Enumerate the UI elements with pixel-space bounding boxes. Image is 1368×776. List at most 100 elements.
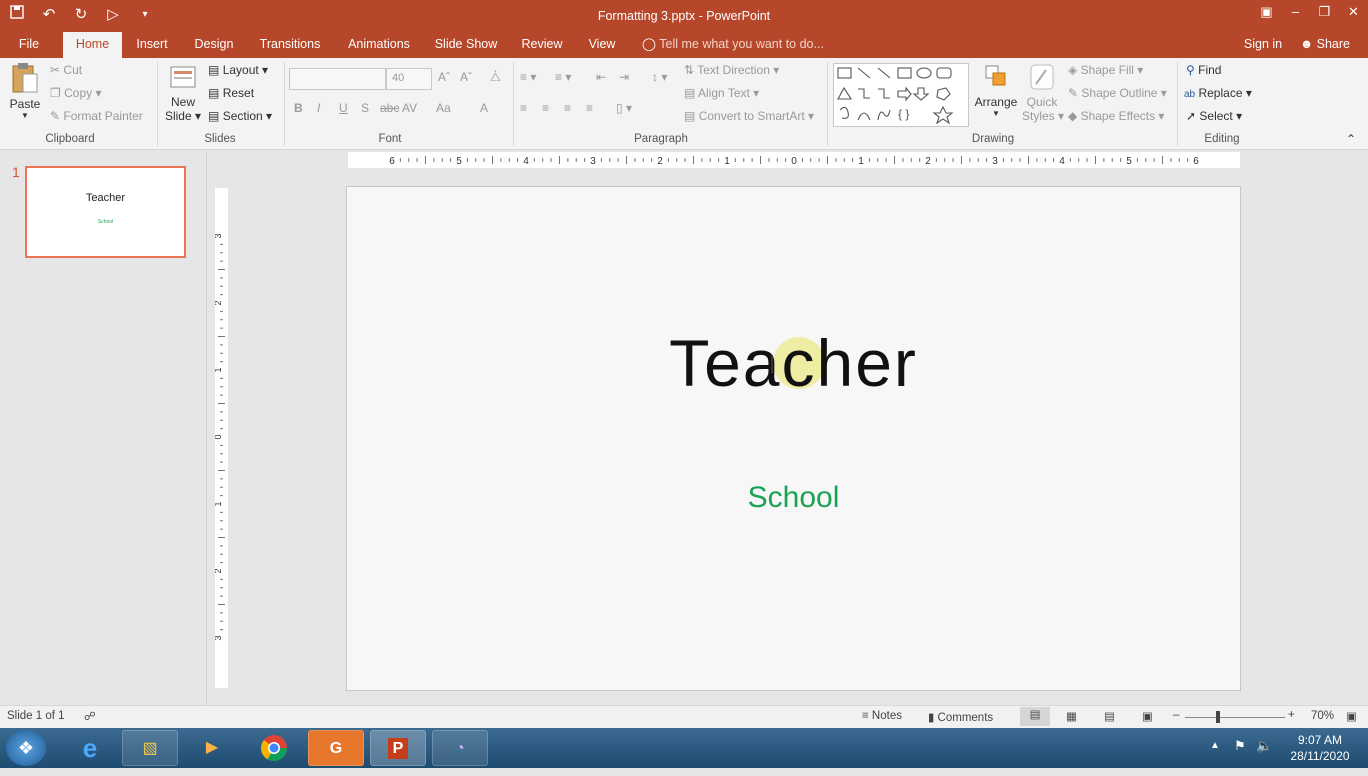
slide-number: 1 [12,164,20,180]
zoom-slider-thumb[interactable] [1216,711,1220,723]
screen-recorder-icon[interactable]: ◔ [432,730,488,766]
slide-thumbnail[interactable]: Teacher School [25,166,186,258]
clipboard-icon [12,63,38,93]
find-button[interactable]: ⚲ Find [1186,63,1221,77]
slideshow-view-icon[interactable]: ▣ [1142,709,1153,723]
minimize-button[interactable]: – [1281,0,1310,24]
font-color-button[interactable]: A [480,101,488,115]
italic-button[interactable]: I [317,101,320,115]
file-explorer-icon[interactable]: ▧ [122,730,178,766]
shape-outline-button[interactable]: ✎ Shape Outline ▾ [1068,86,1167,100]
tab-home[interactable]: Home [63,32,122,58]
share-button[interactable]: ☻ Share [1296,32,1354,58]
bold-button[interactable]: B [294,101,303,115]
tab-insert[interactable]: Insert [130,32,174,58]
align-right-icon[interactable]: ≡ [564,101,571,115]
slide-subtitle[interactable]: School [347,481,1240,515]
shadow-button[interactable]: S [361,101,369,115]
notes-button[interactable]: ≡ Notes [862,710,902,722]
increase-indent-icon[interactable]: ⇥ [619,70,629,84]
line-spacing-icon[interactable]: ↕ ▾ [652,70,667,84]
tab-review[interactable]: Review [518,32,566,58]
slide-canvas[interactable]: Teacher School [346,186,1241,691]
align-center-icon[interactable]: ≡ [542,101,549,115]
zoom-in-button[interactable]: + [1288,709,1295,721]
columns-icon[interactable]: ▯ ▾ [616,101,632,115]
numbering-icon[interactable]: ≡ ▾ [555,70,571,84]
change-case-button[interactable]: Aa [436,101,451,115]
justify-icon[interactable]: ≡ [586,101,593,115]
replace-button[interactable]: ab Replace ▾ [1184,86,1252,100]
quick-styles-button[interactable]: Quick Styles ▾ [1022,62,1064,123]
thumbnail-subtitle: School [97,219,114,225]
taskbar: ❖ e ▧ ▶ G P ◔ ▲ ⚑ 🔈 9:07 AM 28/11/2020 [0,728,1368,768]
ribbon-display-icon[interactable]: ▣ [1252,0,1281,24]
zoom-slider[interactable] [1185,717,1285,718]
divider [284,62,285,146]
ruler-label: 1 [858,156,864,167]
ruler-label: 4 [523,156,529,167]
reading-view-icon[interactable]: ▤ [1104,709,1115,723]
close-button[interactable]: ✕ [1339,0,1368,24]
arrange-button[interactable]: Arrange ▼ [974,62,1018,118]
font-name-box[interactable] [289,68,386,90]
start-button[interactable]: ❖ [6,730,46,766]
ruler-label: 3 [590,156,596,167]
font-size-box[interactable]: 40 [386,68,432,90]
media-player-icon[interactable]: ▶ [184,730,240,766]
shape-fill-button[interactable]: ◈ Shape Fill ▾ [1068,63,1143,77]
shapes-gallery[interactable]: { } [833,63,969,127]
spellcheck-icon[interactable]: ☍ [84,709,96,723]
select-button[interactable]: ➚ Select ▾ [1186,109,1242,123]
fit-to-window-icon[interactable]: ▣ [1346,709,1357,723]
copy-button[interactable]: ❐ Copy ▾ [50,86,101,100]
text-direction-button[interactable]: ⇅ Text Direction ▾ [684,63,779,77]
shape-effects-button[interactable]: ◆ Shape Effects ▾ [1068,109,1164,123]
tab-design[interactable]: Design [188,32,240,58]
zoom-level[interactable]: 70% [1311,710,1334,722]
show-hidden-icons[interactable]: ▲ [1210,740,1220,751]
tab-animations[interactable]: Animations [340,32,418,58]
decrease-indent-icon[interactable]: ⇤ [596,70,606,84]
tab-file[interactable]: File [10,32,48,58]
bullets-icon[interactable]: ≡ ▾ [520,70,536,84]
zoom-out-button[interactable]: – [1173,709,1179,721]
clear-formatting-icon[interactable]: ⧊ [490,70,501,85]
slide-title[interactable]: Teacher [347,325,1240,401]
divider [827,62,828,146]
volume-icon[interactable]: 🔈 [1256,738,1272,754]
clock[interactable]: 9:07 AM 28/11/2020 [1290,732,1350,764]
tab-slide-show[interactable]: Slide Show [432,32,500,58]
strikethrough-button[interactable]: abc [380,101,399,115]
layout-button[interactable]: ▤ Layout ▾ [208,63,268,77]
chrome-icon[interactable] [246,730,302,766]
pdf-app-icon[interactable]: G [308,730,364,766]
convert-smartart-button[interactable]: ▤ Convert to SmartArt ▾ [684,109,814,123]
sign-in-link[interactable]: Sign in [1238,32,1288,58]
tab-transitions[interactable]: Transitions [254,32,326,58]
format-painter-button[interactable]: ✎ Format Painter [50,109,143,123]
normal-view-icon[interactable]: ▤ [1020,707,1050,726]
grow-font-icon[interactable]: Aˆ [438,70,450,84]
ruler-label: 2 [657,156,663,167]
tab-view[interactable]: View [582,32,622,58]
new-slide-button[interactable]: New Slide ▾ [164,62,202,123]
paste-button[interactable]: Paste ▼ [8,62,42,120]
comments-button[interactable]: ▮ Comments [928,710,993,724]
character-spacing-button[interactable]: AV [402,101,417,115]
align-text-button[interactable]: ▤ Align Text ▾ [684,86,759,100]
section-button[interactable]: ▤ Section ▾ [208,109,272,123]
chevron-down-icon: ▼ [21,111,29,120]
collapse-ribbon-icon[interactable]: ⌃ [1346,132,1356,146]
shrink-font-icon[interactable]: Aˇ [460,70,472,84]
powerpoint-icon[interactable]: P [370,730,426,766]
reset-button[interactable]: ▤ Reset [208,86,254,100]
tell-me-box[interactable]: ◯ Tell me what you want to do... [642,32,832,58]
cut-button[interactable]: ✂ Cut [50,63,82,77]
slide-sorter-icon[interactable]: ▦ [1066,709,1077,723]
action-center-icon[interactable]: ⚑ [1234,738,1246,754]
restore-button[interactable]: ❐ [1310,0,1339,24]
align-left-icon[interactable]: ≡ [520,101,527,115]
underline-button[interactable]: U [339,101,348,115]
ie-icon[interactable]: e [62,730,118,766]
